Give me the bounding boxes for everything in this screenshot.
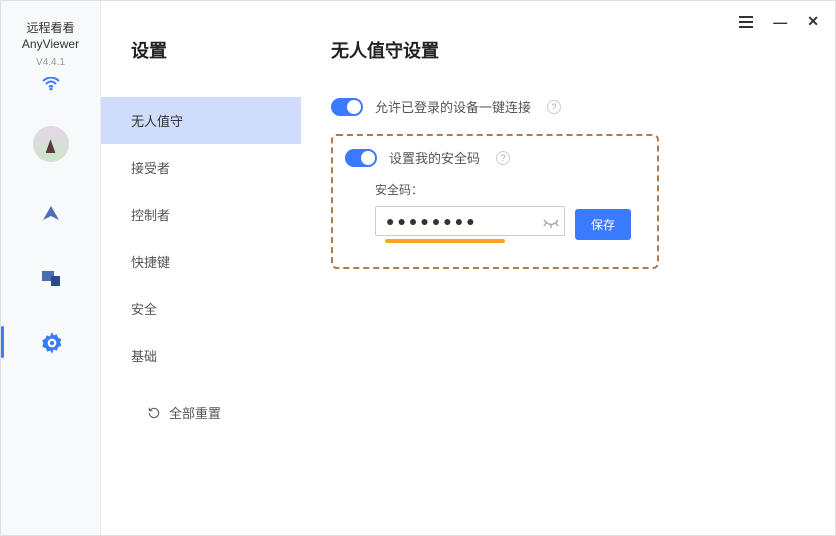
wifi-icon (42, 77, 60, 96)
settings-nav-panel: 设置 无人值守 接受者 控制者 快捷键 安全 基础 全部重置 (101, 1, 301, 535)
nav-item-controller[interactable]: 控制者 (101, 191, 301, 238)
settings-nav-items: 无人值守 接受者 控制者 快捷键 安全 基础 全部重置 (131, 97, 301, 436)
password-strength-bar (385, 239, 505, 243)
app-name-line2: AnyViewer (22, 37, 79, 53)
page-title: 无人值守设置 (331, 37, 835, 63)
eye-icon[interactable] (543, 218, 559, 232)
allow-one-click-toggle[interactable] (331, 98, 363, 116)
sidebar: 远程看看 AnyViewer V4.4.1 (1, 1, 101, 535)
security-code-field-row: 保存 (375, 206, 645, 243)
reset-all-button[interactable]: 全部重置 (131, 389, 301, 436)
gear-icon[interactable] (39, 330, 63, 354)
close-button[interactable]: ✕ (807, 13, 819, 30)
devices-icon[interactable] (39, 266, 63, 290)
security-code-row: 设置我的安全码 ? (345, 148, 645, 167)
reset-label: 全部重置 (169, 403, 221, 422)
sidebar-nav (39, 202, 63, 535)
security-code-label: 设置我的安全码 (389, 148, 480, 167)
window-controls: — ✕ (739, 13, 819, 30)
app-version: V4.4.1 (22, 56, 79, 69)
security-code-subgroup: 安全码： 保存 (375, 181, 645, 243)
settings-title: 设置 (131, 37, 301, 63)
allow-one-click-label: 允许已登录的设备一键连接 (375, 97, 531, 116)
app-name-line1: 远程看看 (22, 21, 79, 37)
nav-item-hotkey[interactable]: 快捷键 (101, 238, 301, 285)
nav-item-unattended[interactable]: 无人值守 (101, 97, 301, 144)
nav-item-security[interactable]: 安全 (101, 285, 301, 332)
security-code-input[interactable] (375, 206, 565, 236)
password-wrap (375, 206, 565, 243)
triangle-icon[interactable] (39, 202, 63, 226)
app-logo: 远程看看 AnyViewer V4.4.1 (22, 21, 79, 69)
nav-item-recipient[interactable]: 接受者 (101, 144, 301, 191)
main-content: 无人值守设置 允许已登录的设备一键连接 ? 设置我的安全码 ? 安全码： (301, 1, 835, 535)
security-code-toggle[interactable] (345, 149, 377, 167)
security-code-box: 设置我的安全码 ? 安全码： 保存 (331, 134, 659, 269)
security-code-field-label: 安全码： (375, 181, 645, 198)
minimize-button[interactable]: — (773, 14, 787, 30)
allow-one-click-row: 允许已登录的设备一键连接 ? (331, 97, 835, 116)
help-icon[interactable]: ? (547, 100, 561, 114)
menu-icon[interactable] (739, 16, 753, 28)
reset-icon (147, 406, 161, 420)
avatar[interactable] (33, 126, 69, 162)
help-icon[interactable]: ? (496, 151, 510, 165)
nav-item-basic[interactable]: 基础 (101, 332, 301, 379)
save-button[interactable]: 保存 (575, 209, 631, 240)
